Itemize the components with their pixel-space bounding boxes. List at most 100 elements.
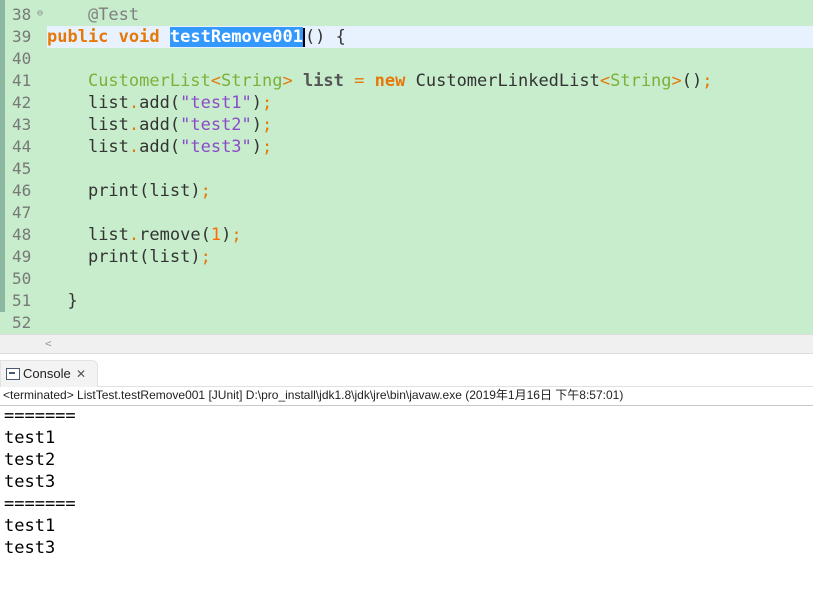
code-line-current: public void testRemove001() {	[47, 26, 813, 48]
parens: ()	[681, 71, 703, 91]
type-name: CustomerList	[87, 71, 211, 91]
type-name: String	[221, 71, 283, 91]
variable-ref: list	[149, 181, 191, 201]
method-call: print	[87, 247, 140, 267]
class-name: CustomerLinkedList	[415, 71, 600, 91]
keyword-new: new	[374, 71, 406, 91]
semicolon: ;	[702, 71, 713, 91]
paren: )	[251, 137, 263, 157]
code-line: @Test	[47, 4, 813, 26]
divider	[0, 405, 813, 406]
type-name: String	[610, 71, 672, 91]
number-literal: 1	[210, 225, 222, 245]
generic-bracket: >	[671, 71, 682, 91]
method-call: add	[139, 115, 170, 135]
paren: (	[169, 93, 181, 113]
string-literal: "test1"	[180, 93, 252, 113]
dot: .	[128, 225, 140, 245]
paren: (	[139, 247, 150, 267]
line-number: 40	[12, 49, 32, 68]
console-status: <terminated> ListTest.testRemove001 [JUn…	[3, 388, 624, 402]
semicolon: ;	[262, 137, 273, 157]
code-line: }	[47, 290, 813, 312]
method-call: print	[87, 181, 140, 201]
line-number: 44	[12, 137, 32, 156]
selected-method-name[interactable]: testRemove001	[169, 27, 303, 47]
variable-ref: list	[87, 93, 129, 113]
code-line: list.add("test3");	[47, 136, 813, 158]
line-number: 46	[12, 181, 32, 200]
line-number: 42	[12, 93, 32, 112]
code-area[interactable]: @Test public void testRemove001() { Cust…	[47, 4, 813, 334]
close-icon[interactable]: ✕	[76, 361, 86, 387]
editor-horizontal-scrollbar[interactable]: <	[0, 334, 813, 354]
paren: )	[221, 225, 232, 245]
paren: (	[169, 115, 181, 135]
line-number: 38	[12, 5, 32, 24]
line-number: 45	[12, 159, 32, 178]
semicolon: ;	[262, 93, 273, 113]
output-line: test3	[4, 472, 56, 492]
line-number: 50	[12, 269, 32, 288]
line-number: 51	[12, 291, 32, 310]
code-line: CustomerList<String> list = new Customer…	[47, 70, 813, 92]
variable-ref: list	[87, 225, 129, 245]
paren: (	[139, 181, 150, 201]
semicolon: ;	[231, 225, 242, 245]
console-tab-label: Console	[23, 366, 71, 381]
semicolon: ;	[200, 181, 211, 201]
line-number: 41	[12, 71, 32, 90]
method-call: add	[139, 137, 170, 157]
dot: .	[128, 115, 140, 135]
paren: )	[251, 115, 263, 135]
dot: .	[128, 137, 140, 157]
paren: (	[200, 225, 211, 245]
variable-ref: list	[149, 247, 191, 267]
variable-ref: list	[87, 115, 129, 135]
output-line: test1	[4, 516, 56, 536]
output-line: test1	[4, 428, 56, 448]
console-output[interactable]: ======= test1 test2 test3 ======= test1 …	[4, 405, 76, 559]
line-number: 49	[12, 247, 32, 266]
operator: =	[354, 71, 365, 91]
scroll-left-arrow-icon[interactable]: <	[45, 335, 52, 352]
generic-bracket: <	[599, 71, 611, 91]
string-literal: "test3"	[180, 137, 252, 157]
code-line: print(list);	[47, 246, 813, 268]
fold-collapse-icon[interactable]: ⊖	[37, 8, 43, 19]
paren: )	[251, 93, 263, 113]
line-number: 47	[12, 203, 32, 222]
method-call: remove	[139, 225, 201, 245]
output-line: test3	[4, 538, 56, 558]
line-number: 43	[12, 115, 32, 134]
code-line: print(list);	[47, 180, 813, 202]
line-number: 48	[12, 225, 32, 244]
string-literal: "test2"	[180, 115, 252, 135]
dot: .	[128, 93, 140, 113]
code-line: list.add("test2");	[47, 114, 813, 136]
variable-name: list	[302, 71, 344, 91]
closing-brace: }	[67, 291, 78, 311]
line-number-gutter: 38 39 40 41 42 43 44 45 46 47 48 49 50 5…	[5, 4, 41, 334]
paren: (	[169, 137, 181, 157]
code-line: list.add("test1");	[47, 92, 813, 114]
output-line: =======	[4, 406, 76, 426]
output-line: =======	[4, 494, 76, 514]
generic-bracket: >	[282, 71, 293, 91]
tab-console[interactable]: Console ✕	[0, 360, 98, 387]
console-icon	[6, 368, 20, 380]
console-tab-bar: Console ✕	[0, 360, 813, 387]
keyword-void: void	[118, 27, 160, 47]
keyword-public: public	[47, 27, 109, 47]
paren: )	[190, 247, 201, 267]
output-line: test2	[4, 450, 56, 470]
semicolon: ;	[200, 247, 211, 267]
code-line: list.remove(1);	[47, 224, 813, 246]
code-editor[interactable]: 38 39 40 41 42 43 44 45 46 47 48 49 50 5…	[0, 0, 813, 334]
line-number: 39	[12, 27, 32, 46]
annotation: @Test	[87, 5, 140, 25]
